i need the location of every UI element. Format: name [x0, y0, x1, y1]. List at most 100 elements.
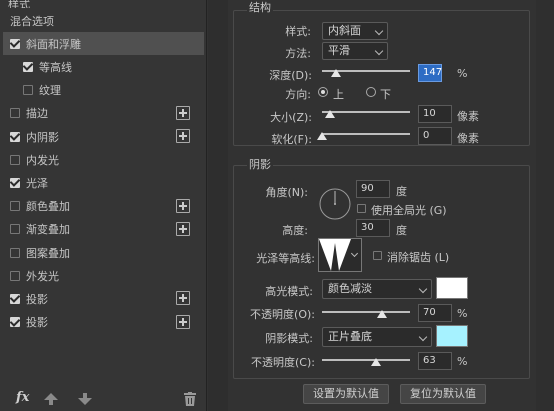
- move-down-icon[interactable]: [78, 393, 92, 405]
- shadow-opacity-thumb[interactable]: [371, 358, 381, 366]
- add-instance-icon[interactable]: [176, 291, 190, 306]
- style-list-label: 投影: [26, 316, 48, 330]
- soften-slider-thumb[interactable]: [317, 132, 327, 140]
- depth-unit: %: [457, 67, 468, 80]
- style-checkbox[interactable]: [23, 85, 33, 96]
- style-list-label: 颜色叠加: [26, 200, 70, 214]
- style-checkbox[interactable]: [10, 38, 20, 49]
- style-checkbox[interactable]: [10, 108, 20, 119]
- shadow-mode-value: 正片叠底: [328, 330, 372, 343]
- style-list-item[interactable]: 纹理: [3, 79, 204, 102]
- angle-input[interactable]: 90: [356, 180, 390, 198]
- highlight-opacity-unit: %: [457, 307, 468, 320]
- chevron-down-icon: [418, 332, 428, 342]
- style-list-item[interactable]: 斜面和浮雕: [3, 32, 204, 56]
- reset-default-button[interactable]: 复位为默认值: [400, 384, 486, 404]
- chevron-down-icon: [418, 284, 428, 294]
- altitude-unit: 度: [396, 224, 407, 237]
- style-checkbox[interactable]: [10, 131, 20, 142]
- size-unit: 像素: [457, 110, 479, 123]
- global-light-checkbox[interactable]: [357, 204, 366, 213]
- add-instance-icon[interactable]: [176, 198, 190, 213]
- global-light-label: 使用全局光 (G): [371, 204, 447, 217]
- direction-down-label: 下: [380, 88, 391, 101]
- shadow-mode-select[interactable]: 正片叠底: [322, 327, 432, 347]
- gloss-contour-picker[interactable]: [318, 238, 362, 272]
- size-input[interactable]: 10: [418, 105, 452, 123]
- move-up-icon[interactable]: [44, 393, 58, 405]
- angle-dial[interactable]: [318, 187, 352, 221]
- style-list-item[interactable]: 渐变叠加: [3, 218, 204, 241]
- left-divider: [208, 0, 228, 411]
- fx-button[interactable]: fx: [16, 390, 29, 405]
- size-label: 大小(Z):: [270, 111, 312, 124]
- shadow-opacity-track[interactable]: [322, 359, 410, 361]
- soften-input[interactable]: 0: [418, 127, 452, 145]
- style-list-item[interactable]: 等高线: [3, 55, 204, 78]
- altitude-input[interactable]: 30: [356, 219, 390, 237]
- style-checkbox[interactable]: [23, 61, 33, 72]
- style-list-item[interactable]: 图案叠加: [3, 241, 204, 264]
- style-list-item[interactable]: 内阴影: [3, 125, 204, 148]
- style-checkbox[interactable]: [10, 177, 20, 188]
- size-slider-track[interactable]: [322, 111, 410, 113]
- depth-input[interactable]: 147: [418, 64, 442, 82]
- style-checkbox[interactable]: [10, 247, 20, 258]
- soften-slider-track[interactable]: [322, 133, 410, 135]
- style-list-label: 光泽: [26, 176, 48, 190]
- style-list-item[interactable]: 光泽: [3, 171, 204, 194]
- style-checkbox[interactable]: [10, 270, 20, 281]
- method-select-value: 平滑: [328, 44, 350, 57]
- add-instance-icon[interactable]: [176, 221, 190, 236]
- soften-label: 软化(F):: [271, 133, 312, 146]
- style-list-item[interactable]: 投影: [3, 287, 204, 310]
- style-list-label: 内阴影: [26, 130, 59, 144]
- styles-header: 样式: [8, 0, 30, 8]
- style-select-value: 内斜面: [328, 24, 361, 37]
- highlight-opacity-track[interactable]: [322, 311, 410, 313]
- trash-icon[interactable]: [184, 392, 196, 406]
- anti-alias-label: 消除锯齿 (L): [387, 251, 450, 264]
- style-list-item[interactable]: 投影: [3, 311, 204, 334]
- style-list-label: 投影: [26, 292, 48, 306]
- shadow-opacity-input[interactable]: 63: [418, 352, 452, 370]
- direction-up-radio[interactable]: [318, 87, 328, 97]
- style-checkbox[interactable]: [10, 154, 20, 165]
- style-list-item[interactable]: 外发光: [3, 264, 204, 287]
- highlight-opacity-thumb[interactable]: [377, 310, 387, 318]
- layer-style-list: 样式 混合选项斜面和浮雕等高线纹理描边内阴影内发光光泽颜色叠加渐变叠加图案叠加外…: [0, 0, 207, 411]
- style-list-item[interactable]: 内发光: [3, 148, 204, 171]
- style-list-label: 斜面和浮雕: [26, 37, 81, 51]
- style-checkbox[interactable]: [10, 201, 20, 212]
- style-checkbox[interactable]: [10, 317, 20, 328]
- highlight-mode-select[interactable]: 颜色减淡: [322, 279, 432, 299]
- highlight-opacity-input[interactable]: 70: [418, 304, 452, 322]
- style-list-item[interactable]: 颜色叠加: [3, 195, 204, 218]
- anti-alias-checkbox[interactable]: [373, 251, 382, 260]
- shadow-color-swatch[interactable]: [436, 325, 468, 347]
- highlight-color-swatch[interactable]: [436, 277, 468, 299]
- style-list-label: 纹理: [39, 84, 61, 98]
- depth-label: 深度(D):: [269, 69, 312, 82]
- style-list-item[interactable]: 混合选项: [3, 9, 204, 32]
- style-checkbox[interactable]: [10, 293, 20, 304]
- size-slider-thumb[interactable]: [325, 110, 335, 118]
- style-checkbox[interactable]: [10, 224, 20, 235]
- depth-slider-thumb[interactable]: [331, 69, 341, 77]
- shadow-opacity-unit: %: [457, 355, 468, 368]
- set-default-button[interactable]: 设置为默认值: [303, 384, 389, 404]
- add-instance-icon[interactable]: [176, 129, 190, 143]
- chevron-down-icon: [374, 46, 384, 56]
- add-instance-icon[interactable]: [176, 105, 190, 120]
- direction-down-radio[interactable]: [366, 87, 376, 97]
- add-instance-icon[interactable]: [176, 314, 190, 329]
- chevron-down-icon: [374, 26, 384, 36]
- style-list-label: 渐变叠加: [26, 223, 70, 237]
- shadow-opacity-label: 不透明度(C):: [251, 356, 315, 369]
- method-select[interactable]: 平滑: [322, 42, 388, 60]
- style-list-item[interactable]: 描边: [3, 102, 204, 125]
- style-select[interactable]: 内斜面: [322, 22, 388, 40]
- contour-preview-icon: [319, 239, 351, 271]
- style-list-label: 内发光: [26, 153, 59, 167]
- right-scrollbar[interactable]: [536, 0, 554, 411]
